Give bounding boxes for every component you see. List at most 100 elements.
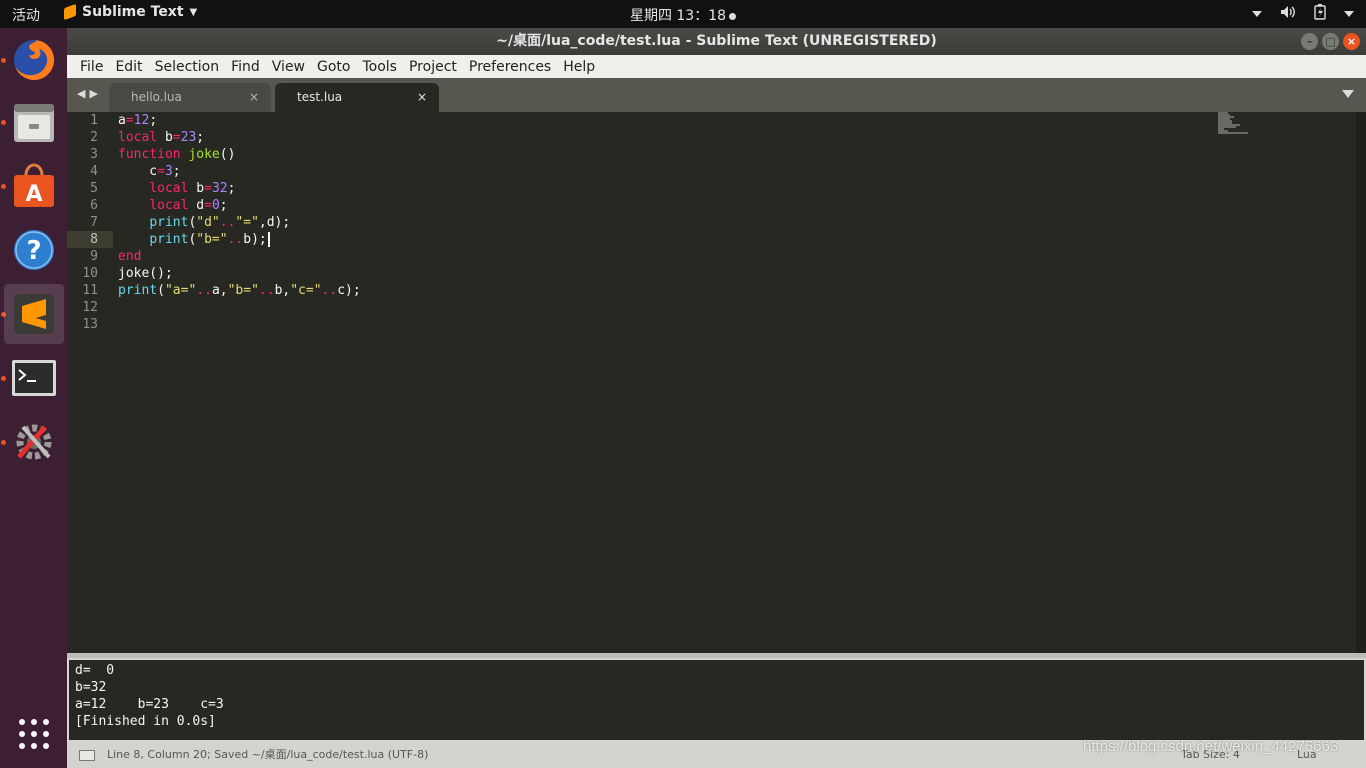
panel-toggle-icon[interactable] <box>79 750 95 761</box>
close-icon[interactable]: × <box>249 83 259 112</box>
menu-tools[interactable]: Tools <box>356 59 403 75</box>
close-icon[interactable]: × <box>417 83 427 112</box>
menu-find[interactable]: Find <box>225 59 266 75</box>
menu-view[interactable]: View <box>266 59 311 75</box>
code-line: end <box>118 249 142 264</box>
output-line: b=32 <box>75 680 107 695</box>
dock-item-settings[interactable] <box>4 412 64 472</box>
arrow-left-icon[interactable]: ◀ <box>77 87 89 100</box>
menu-preferences[interactable]: Preferences <box>463 59 557 75</box>
window-titlebar[interactable]: ~/桌面/lua_code/test.lua - Sublime Text (U… <box>67 28 1366 55</box>
line-number: 4 <box>90 164 98 179</box>
menu-help[interactable]: Help <box>557 59 601 75</box>
menu-selection[interactable]: Selection <box>149 59 226 75</box>
dock-item-firefox[interactable] <box>4 30 64 90</box>
tab-label: hello.lua <box>131 90 182 104</box>
output-line: a=12 b=23 c=3 <box>75 697 224 712</box>
chevron-down-icon[interactable] <box>1342 90 1354 98</box>
build-output-panel[interactable]: d= 0 b=32 a=12 b=23 c=3 [Finished in 0.0… <box>67 658 1366 742</box>
maximize-button[interactable]: □ <box>1322 33 1339 50</box>
window-controls: – □ × <box>1301 33 1360 50</box>
line-number: 6 <box>90 198 98 213</box>
volume-icon[interactable] <box>1280 5 1296 23</box>
code-line: local b=23; <box>118 130 205 145</box>
tab-scroll-arrows[interactable]: ◀▶ <box>77 87 102 100</box>
line-number: 13 <box>82 317 98 332</box>
code-line-current: print("b="..b); <box>118 231 1351 248</box>
sublime-window: ~/桌面/lua_code/test.lua - Sublime Text (U… <box>67 28 1366 768</box>
line-number: 2 <box>90 130 98 145</box>
code-line: local b=32; <box>149 181 236 196</box>
line-number: 7 <box>90 215 98 230</box>
file-cabinet-icon <box>14 104 54 142</box>
dock-item-sublime-text[interactable] <box>4 284 64 344</box>
menu-goto[interactable]: Goto <box>311 59 356 75</box>
line-number: 12 <box>82 300 98 315</box>
terminal-icon <box>12 360 56 396</box>
code-line: print("a="..a,"b="..b,"c="..c); <box>118 283 361 298</box>
help-icon: ? <box>14 230 54 270</box>
tab-hello-lua[interactable]: hello.lua × <box>109 83 271 112</box>
firefox-icon <box>14 39 55 80</box>
activities-button[interactable]: 活动 <box>12 5 40 25</box>
app-menu[interactable]: Sublime Text ▼ <box>64 3 198 21</box>
line-number: 11 <box>82 283 98 298</box>
minimap[interactable] <box>1218 112 1250 136</box>
close-window-button[interactable]: × <box>1343 33 1360 50</box>
output-line: d= 0 <box>75 663 115 678</box>
output-line: [Finished in 0.0s] <box>75 714 216 729</box>
show-applications-button[interactable] <box>4 704 64 764</box>
code-area[interactable]: a=12; local b=23; function joke() c=3; l… <box>118 112 1351 333</box>
vertical-scrollbar[interactable] <box>1356 112 1366 653</box>
svg-text:A: A <box>25 182 42 207</box>
code-line: function joke() <box>118 147 236 162</box>
code-editor[interactable]: 1 2 3 4 5 6 7 8 9 10 11 12 13 a=12; loca… <box>67 112 1366 653</box>
code-line: local d=0; <box>149 198 228 213</box>
tab-bar: ◀▶ hello.lua × test.lua × <box>67 78 1366 112</box>
dock-item-help[interactable]: ? <box>4 220 64 280</box>
menu-project[interactable]: Project <box>403 59 463 75</box>
svg-text:?: ? <box>26 236 41 266</box>
code-line: c=3; <box>118 164 181 179</box>
tab-test-lua[interactable]: test.lua × <box>275 83 439 112</box>
watermark: https://blog.csdn.net/weixin_44275663 <box>1083 738 1339 755</box>
app-menu-label: Sublime Text <box>82 4 184 20</box>
dock-item-terminal[interactable] <box>4 348 64 408</box>
dock-item-files[interactable] <box>4 92 64 152</box>
clock[interactable]: 星期四 13：18 <box>629 8 737 24</box>
minimize-button[interactable]: – <box>1301 33 1318 50</box>
clock-container: 星期四 13：18 <box>0 5 1366 25</box>
line-number: 3 <box>90 147 98 162</box>
dock: A ? <box>0 28 67 768</box>
shopping-bag-icon: A <box>14 163 54 207</box>
code-line: a=12; <box>118 113 158 128</box>
chevron-down-icon[interactable] <box>1344 11 1354 17</box>
line-number-current: 8 <box>67 231 113 248</box>
clock-label: 星期四 13：18 <box>629 8 727 24</box>
menu-file[interactable]: File <box>74 59 109 75</box>
chevron-down-icon[interactable] <box>1252 11 1262 17</box>
notification-dot-icon <box>729 12 737 20</box>
window-title: ~/桌面/lua_code/test.lua - Sublime Text (U… <box>496 33 937 49</box>
system-tray[interactable] <box>1252 4 1354 24</box>
menu-edit[interactable]: Edit <box>109 59 148 75</box>
status-text: Line 8, Column 20; Saved ~/桌面/lua_code/t… <box>107 748 429 761</box>
dock-item-software[interactable]: A <box>4 156 64 216</box>
code-line: joke(); <box>118 266 173 281</box>
tab-label: test.lua <box>297 90 343 104</box>
line-number: 1 <box>90 113 98 128</box>
app-grid-icon <box>19 719 49 749</box>
line-number: 10 <box>82 266 98 281</box>
battery-icon[interactable] <box>1314 4 1326 24</box>
chevron-down-icon: ▼ <box>189 6 198 18</box>
top-panel: 活动 Sublime Text ▼ 星期四 13：18 <box>0 0 1366 28</box>
line-number-gutter: 1 2 3 4 5 6 7 8 9 10 11 12 13 <box>67 112 113 653</box>
code-line: print("d".."=",d); <box>149 215 291 230</box>
sublime-logo-icon <box>14 294 54 334</box>
arrow-right-icon[interactable]: ▶ <box>89 87 101 100</box>
line-number: 5 <box>90 181 98 196</box>
settings-tools-icon <box>16 424 52 460</box>
sublime-logo-icon <box>64 3 76 21</box>
